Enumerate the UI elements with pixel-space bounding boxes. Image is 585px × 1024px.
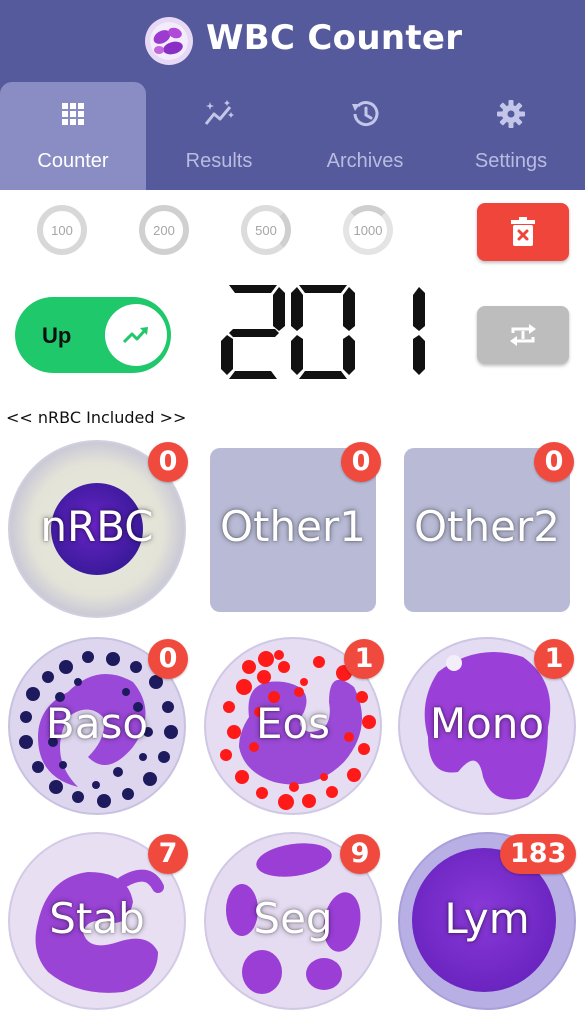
count-badge: 183 [500,834,577,874]
cell-nrbc-button[interactable]: nRBC 0 [8,440,188,618]
cell-mono-button[interactable]: Mono 1 [398,637,576,815]
count-badge: 7 [148,834,188,874]
goal-1000-button[interactable]: 1000 [343,205,393,255]
repeat-one-icon [510,324,536,346]
cell-seg-button[interactable]: Seg 9 [204,832,382,1010]
cell-label: nRBC [40,502,154,551]
cell-label: Baso [45,699,149,748]
tab-label: Archives [326,150,404,172]
goal-label: 500 [255,222,277,238]
goal-label: 200 [153,222,175,238]
blood-cell-logo-icon [145,17,193,65]
nrbc-included-note[interactable]: << nRBC Included >> [6,408,186,427]
goal-100-button[interactable]: 100 [37,205,87,255]
toggle-knob [105,304,167,366]
cell-label: Other1 [220,502,366,551]
count-badge: 0 [341,442,381,482]
count-badge: 0 [148,442,188,482]
count-badge: 9 [340,834,380,874]
cell-lym-button[interactable]: Lym 183 [398,832,577,1010]
tab-settings[interactable]: Settings [438,82,584,190]
history-icon [352,101,379,127]
cell-label: Stab [49,894,145,943]
tab-label: Counter [37,150,109,172]
cell-stab-button[interactable]: Stab 7 [8,832,188,1010]
tab-bar: Counter Results Archives Settings [0,82,585,190]
gear-icon [497,100,525,128]
count-direction-toggle[interactable]: Up [15,297,171,373]
cell-label: Mono [429,699,545,748]
app-header: WBC Counter [0,0,585,82]
app-title: WBC Counter [206,18,463,58]
grid-icon [62,103,84,125]
goal-label: 1000 [353,222,383,238]
sparkle-chart-icon [204,100,234,125]
toggle-label: Up [42,323,72,348]
cell-label: Seg [253,894,333,943]
goal-200-button[interactable]: 200 [139,205,189,255]
cell-other2-button[interactable]: Other2 0 [398,440,576,618]
tab-results[interactable]: Results [146,82,292,190]
cell-eos-button[interactable]: Eos 1 [204,637,384,815]
reset-button[interactable] [477,306,569,364]
count-display: 201 [215,282,435,382]
clear-button[interactable] [477,203,569,261]
cell-other1-button[interactable]: Other1 0 [204,440,382,618]
tab-label: Settings [474,150,548,172]
count-badge: 0 [534,442,574,482]
cell-label: Lym [444,894,530,943]
cell-label: Other2 [414,502,560,551]
tab-archives[interactable]: Archives [292,82,438,190]
seven-segment-digits [221,285,425,379]
cell-label: Eos [255,699,331,748]
trash-icon [511,217,535,246]
cell-baso-button[interactable]: Baso 0 [8,637,188,815]
count-badge: 0 [148,639,188,679]
goal-label: 100 [51,222,73,238]
count-badge: 1 [534,639,574,679]
goal-500-button[interactable]: 500 [241,205,291,255]
trending-up-icon [122,327,148,344]
tab-label: Results [185,150,253,172]
tab-counter[interactable]: Counter [0,82,146,190]
count-badge: 1 [344,639,384,679]
